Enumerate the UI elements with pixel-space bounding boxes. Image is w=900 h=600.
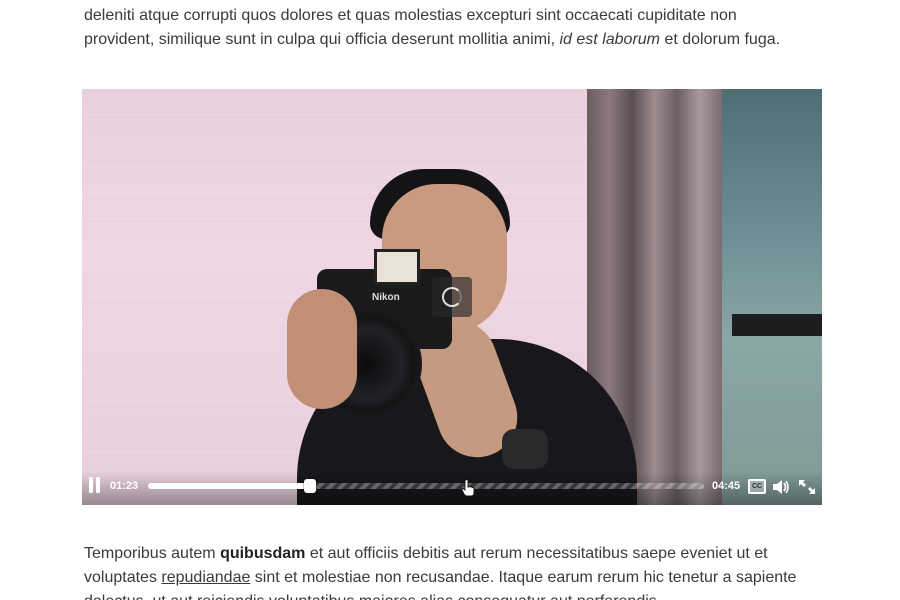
volume-icon <box>773 480 789 494</box>
volume-button[interactable] <box>772 479 790 495</box>
captions-button[interactable]: CC <box>748 479 766 495</box>
video-window <box>722 89 822 505</box>
paragraph-top-line2-end: et dolorum fuga. <box>660 31 781 48</box>
paragraph-bottom-start: Temporibus autem <box>84 545 221 562</box>
hand-cursor-icon <box>461 479 475 497</box>
video-window-frame <box>732 314 822 336</box>
fullscreen-button[interactable] <box>798 479 816 495</box>
cc-icon: CC <box>748 479 766 494</box>
italic-phrase: id est laborum <box>559 31 661 48</box>
pause-icon-bar <box>96 477 100 493</box>
current-time: 01:23 <box>110 480 139 492</box>
total-duration: 04:45 <box>712 480 741 492</box>
paragraph-top-line2: provident, similique sunt in culpa qui o… <box>84 31 560 48</box>
video-controls-bar: 01:23 04:45 CC <box>82 471 822 505</box>
progress-played <box>148 483 310 489</box>
video-person-watch <box>502 429 548 469</box>
progress-thumb[interactable] <box>303 479 316 493</box>
bold-word: quibusdam <box>220 545 306 562</box>
loading-spinner-icon <box>442 287 462 307</box>
video-player[interactable]: Nikon 01:23 04:45 CC <box>82 89 822 505</box>
camera-brand-text: Nikon <box>372 292 400 303</box>
video-camera-flash <box>374 249 420 285</box>
underlined-link[interactable]: repudiandae <box>161 569 250 586</box>
pause-icon <box>89 477 93 493</box>
paragraph-bottom: Temporibus autem quibusdam et aut offici… <box>84 542 824 600</box>
paragraph-top: deleniti atque corrupti quos dolores et … <box>84 4 824 52</box>
loading-spinner <box>432 277 472 317</box>
video-person-hand-left <box>287 289 357 409</box>
pause-button[interactable] <box>88 477 102 493</box>
paragraph-top-line1: deleniti atque corrupti quos dolores et … <box>84 7 737 24</box>
fullscreen-icon <box>799 480 815 494</box>
progress-bar[interactable] <box>148 479 704 493</box>
